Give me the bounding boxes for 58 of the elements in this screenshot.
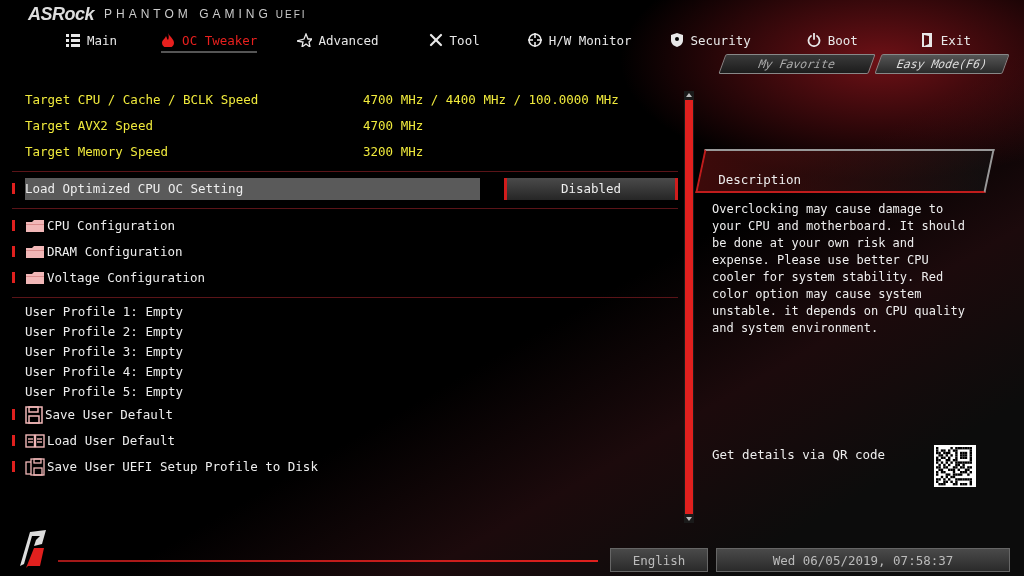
uefi-label: UEFI: [275, 8, 307, 20]
crosshair-icon: [527, 33, 543, 47]
row-marker: [12, 272, 15, 284]
profile-text: User Profile 5: Empty: [25, 384, 184, 400]
menu-tab[interactable]: H/W Monitor: [527, 29, 632, 53]
menu-tab[interactable]: Tool: [428, 29, 480, 53]
folder-icon: [25, 244, 45, 259]
description-title: Description: [718, 171, 801, 187]
menu-tab[interactable]: Advanced: [297, 29, 379, 53]
profile-text: User Profile 3: Empty: [25, 344, 184, 360]
folder-icon: [25, 218, 45, 233]
star-icon: [297, 33, 313, 47]
row-marker: [12, 246, 15, 258]
brand-logo: ASRock: [28, 3, 95, 25]
folder-icon: [25, 270, 45, 285]
language-button[interactable]: English: [610, 548, 708, 572]
floppy-icon: [25, 405, 43, 424]
row-marker: [12, 220, 15, 232]
menu-tab[interactable]: Main: [66, 29, 118, 53]
setting-label: Target AVX2 Speed: [25, 118, 154, 134]
menu-item[interactable]: Save User UEFI Setup Profile to Disk: [25, 457, 322, 476]
floppy-stack-icon: [25, 457, 45, 476]
menu-item[interactable]: Voltage Configuration: [25, 270, 210, 286]
row-marker: [12, 409, 15, 421]
easy-mode-button[interactable]: Easy Mode(F6): [874, 54, 1010, 74]
menu-tab[interactable]: Boot: [806, 29, 858, 53]
value-button[interactable]: Disabled: [504, 177, 678, 200]
product-name: PHANTOM GAMING: [104, 7, 272, 21]
shield-icon: [669, 33, 685, 47]
book-icon: [25, 432, 45, 449]
flame-icon: [161, 33, 177, 47]
qr-code: [934, 444, 976, 487]
setting-value: 4700 MHz / 4400 MHz / 100.0000 MHz: [363, 92, 619, 108]
favorite-button[interactable]: My Favorite: [718, 54, 876, 74]
setting-item[interactable]: Load Optimized CPU OC Setting: [24, 177, 480, 200]
description-text: Overclocking may cause damage to your CPU and motherboard. It should be done at your own risk and expense. Please use better CPU cooler for system stability. Red color option may cause system unstable. it depends on CPU quality and system environment.: [712, 200, 966, 337]
menu-item[interactable]: Load User Default: [25, 432, 179, 449]
row-marker: [12, 435, 15, 447]
setting-label: Target CPU / Cache / BCLK Speed: [25, 92, 260, 108]
setting-label: Target Memory Speed: [25, 144, 169, 160]
menu-tab[interactable]: Exit: [919, 29, 971, 53]
power-icon: [806, 33, 822, 47]
setting-value: 3200 MHz: [363, 144, 424, 160]
menu-item[interactable]: Save User Default: [25, 405, 177, 424]
row-marker: [12, 461, 15, 473]
menu-tab[interactable]: OC Tweaker: [161, 29, 258, 53]
profile-text: User Profile 4: Empty: [25, 364, 184, 380]
profile-text: User Profile 1: Empty: [25, 304, 184, 320]
door-icon: [919, 33, 935, 47]
profile-text: User Profile 2: Empty: [25, 324, 184, 340]
setting-value: 4700 MHz: [363, 118, 424, 134]
menu-item[interactable]: CPU Configuration: [25, 218, 179, 234]
row-marker: [12, 183, 15, 195]
menu-tab[interactable]: Security: [669, 29, 751, 53]
qr-label: Get details via QR code: [712, 445, 886, 462]
date-time-display: Wed 06/05/2019, 07:58:37: [716, 548, 1010, 572]
menu-item[interactable]: DRAM Configuration: [25, 244, 187, 260]
list-icon: [66, 33, 81, 47]
